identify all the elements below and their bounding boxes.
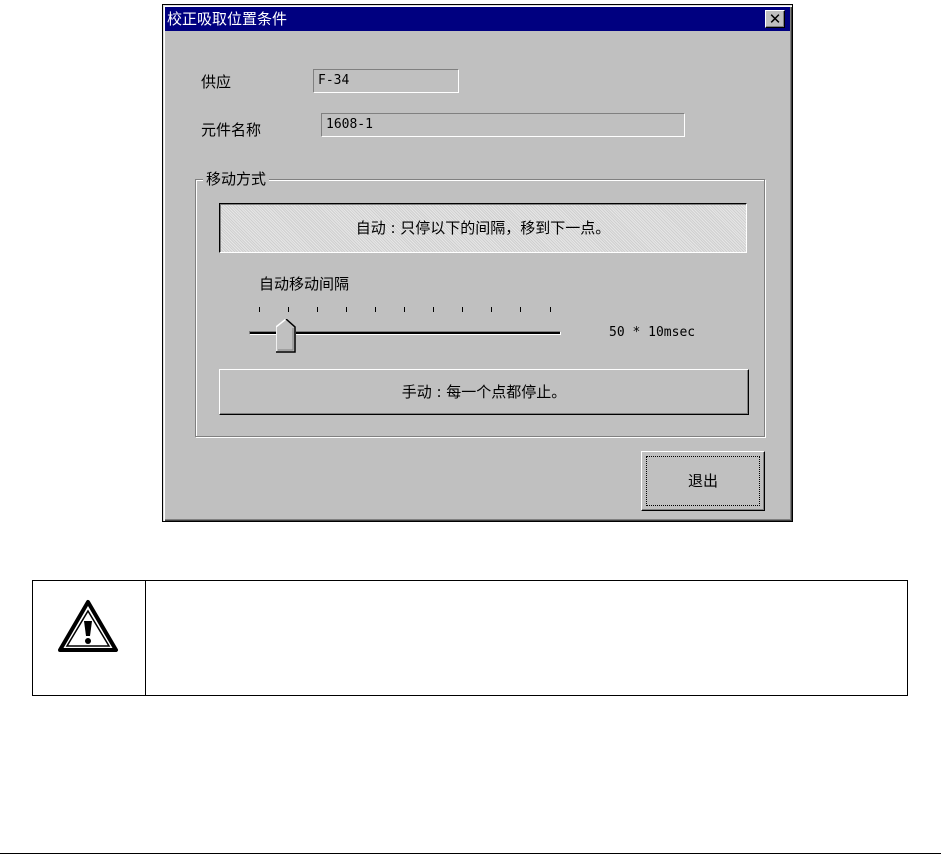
slider-tick — [433, 307, 434, 312]
slider-tick — [317, 307, 318, 312]
slider-tick — [259, 307, 260, 312]
slider-tick — [346, 307, 347, 312]
slider-tick — [288, 307, 289, 312]
auto-mode-button[interactable]: 自动 : 只停以下的间隔，移到下一点。 — [219, 203, 747, 253]
auto-interval-label: 自动移动间隔 — [259, 275, 350, 293]
warning-box — [32, 580, 908, 696]
slider-tick — [520, 307, 521, 312]
feeder-label: 供应 — [201, 73, 232, 91]
warning-divider — [145, 581, 146, 695]
calibration-dialog: 校正吸取位置条件 ✕ 供应 F-34 元件名称 1608-1 移动方式 自动 :… — [162, 4, 793, 522]
slider-tick — [491, 307, 492, 312]
slider-tick — [550, 307, 551, 312]
exit-button[interactable]: 退出 — [641, 451, 765, 511]
close-button[interactable]: ✕ — [765, 10, 785, 28]
dialog-titlebar: 校正吸取位置条件 ✕ — [165, 7, 790, 31]
slider-value-readout: 50 * 10msec — [609, 325, 696, 340]
slider-tick — [375, 307, 376, 312]
feeder-field[interactable]: F-34 — [313, 69, 459, 93]
part-name-field[interactable]: 1608-1 — [321, 113, 685, 137]
dialog-title: 校正吸取位置条件 — [167, 10, 288, 28]
slider-tick — [462, 307, 463, 312]
page-footer-rule — [0, 853, 941, 854]
part-name-label: 元件名称 — [201, 121, 262, 139]
warning-triangle-icon — [58, 600, 118, 652]
close-icon: ✕ — [768, 10, 782, 28]
move-mode-group-label: 移动方式 — [203, 169, 270, 189]
manual-mode-button[interactable]: 手动 : 每一个点都停止。 — [219, 369, 749, 415]
slider-tick — [404, 307, 405, 312]
slider-thumb[interactable] — [276, 319, 296, 353]
exit-button-label: 退出 — [687, 472, 718, 490]
